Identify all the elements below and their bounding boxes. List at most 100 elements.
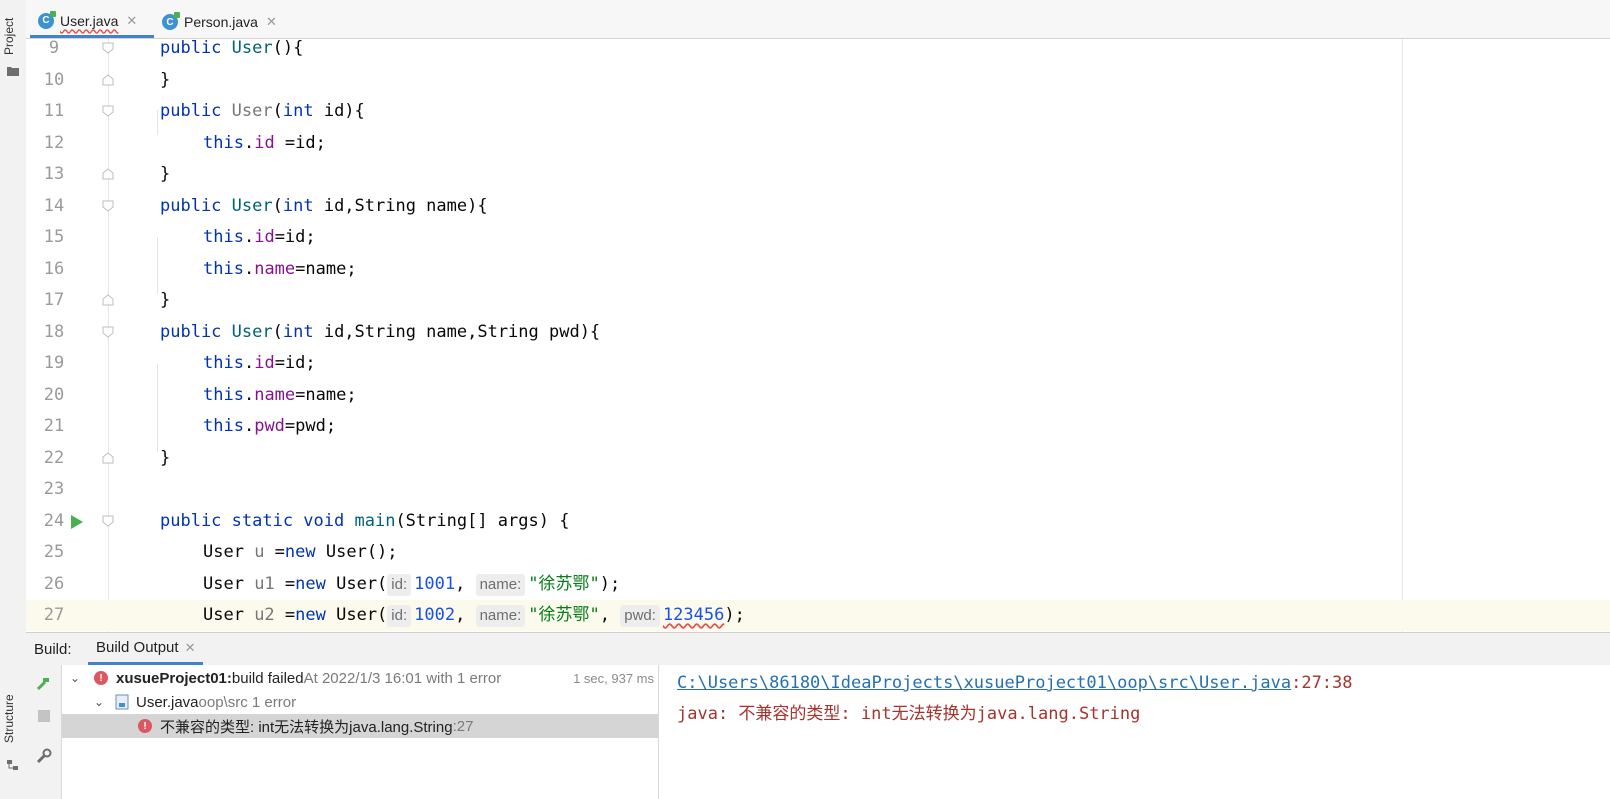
chevron-down-icon[interactable]: ⌄ <box>92 695 106 709</box>
code-line: 18 public User(int id,String name,String… <box>26 317 1610 348</box>
line-number: 13 <box>43 164 65 184</box>
error-token: 123456 <box>662 605 725 625</box>
tree-row-error[interactable]: ! 不兼容的类型: int无法转换为java.lang.String :27 <box>62 714 658 738</box>
parameter-hint: id: <box>387 605 412 627</box>
code-text: this.pwd=pwd; <box>203 416 337 436</box>
code-line: 21 this.pwd=pwd; <box>26 411 1610 442</box>
code-line: 23 <box>26 474 1610 505</box>
folder-icon <box>7 67 19 76</box>
code-editor[interactable]: 9 public User(){ 10 } 11 public User(int… <box>26 39 1610 632</box>
code-text: this.id=id; <box>203 227 316 247</box>
parameter-hint: name: <box>475 573 526 596</box>
line-number: 11 <box>43 101 65 121</box>
build-label: Build: <box>34 641 72 658</box>
close-icon[interactable]: ✕ <box>185 640 196 656</box>
fold-end-icon[interactable] <box>102 451 114 464</box>
line-number: 22 <box>43 447 65 468</box>
code-text: User u2 =new User(id: 1002, name: "徐苏鄂", p… <box>203 605 745 627</box>
fold-marker-icon[interactable] <box>102 515 114 527</box>
parameter-hint: id: <box>387 573 412 596</box>
build-console[interactable]: C:\Users\86180\IdeaProjects\xusueProject… <box>659 665 1610 799</box>
code-text: } <box>160 290 171 310</box>
close-icon[interactable]: ✕ <box>266 14 277 30</box>
stop-icon <box>38 710 50 722</box>
line-number: 9 <box>48 39 60 58</box>
file-path-link[interactable]: C:\Users\86180\IdeaProjects\xusueProject… <box>677 673 1291 693</box>
code-line: 24 public static void main(String[] args… <box>26 506 1610 537</box>
java-file-icon <box>115 694 129 710</box>
code-line: 9 public User(){ <box>26 39 1610 64</box>
code-line: 14 public User(int id,String name){ <box>26 191 1610 222</box>
build-tool-header: Build: Build Output ✕ <box>26 632 1610 666</box>
tree-row-file[interactable]: ⌄ User.java oop\src 1 error <box>62 690 658 714</box>
fold-marker-icon[interactable] <box>102 42 114 54</box>
code-text: public User(int id){ <box>160 101 365 121</box>
line-number: 26 <box>43 573 65 594</box>
code-line: 11 public User(int id){ <box>26 96 1610 127</box>
settings-button[interactable] <box>35 747 53 765</box>
code-line: 10 } <box>26 65 1610 96</box>
fold-marker-icon[interactable] <box>102 326 114 338</box>
code-line: 20 this.name=name; <box>26 380 1610 411</box>
code-line: 19 this.id=id; <box>26 348 1610 379</box>
code-line: 12 this.id =id; <box>26 128 1610 159</box>
fold-marker-icon[interactable] <box>102 200 114 212</box>
class-icon: C <box>38 10 56 29</box>
project-tool-button[interactable]: Project <box>2 10 24 62</box>
code-text: } <box>160 164 171 184</box>
code-line: 13 } <box>26 159 1610 190</box>
fold-end-icon[interactable] <box>102 73 114 86</box>
code-line: 25 User u =new User(); <box>26 537 1610 568</box>
code-text: User u1 =new User(id: 1001, name: "徐苏鄂"); <box>203 573 621 596</box>
fold-marker-icon[interactable] <box>102 105 114 117</box>
code-line-current: 27 User u2 =new User(id: 1002, name: "徐苏鄂"… <box>26 600 1610 631</box>
fold-end-icon[interactable] <box>102 168 114 180</box>
line-number: 19 <box>43 353 65 373</box>
editor-tab-bar: C User.java ✕ C Person.java ✕ <box>26 6 1610 39</box>
code-line: 15 this.id=id; <box>26 222 1610 253</box>
build-hammer-button[interactable] <box>35 675 53 693</box>
tab-label: User.java <box>60 12 119 29</box>
class-icon: C <box>162 12 180 30</box>
line-number: 18 <box>43 321 65 342</box>
code-text: this.name=name; <box>203 384 357 405</box>
build-duration: 1 sec, 937 ms <box>573 670 654 686</box>
console-location-line: C:\Users\86180\IdeaProjects\xusueProject… <box>677 673 1353 693</box>
console-error-message: java: 不兼容的类型: int无法转换为java.lang.String <box>677 704 1141 724</box>
left-tool-strip: Project Structure <box>0 0 27 799</box>
structure-tool-button[interactable]: Structure <box>2 684 24 754</box>
tree-row-project[interactable]: ⌄ ! xusueProject01: build failed At 2022… <box>62 666 658 690</box>
line-number: 17 <box>43 290 65 310</box>
code-text: User u =new User(); <box>203 542 398 562</box>
fold-end-icon[interactable] <box>102 294 114 306</box>
code-text: } <box>160 447 171 468</box>
code-text: } <box>160 69 171 90</box>
line-number: 21 <box>43 416 65 436</box>
code-text: public User(int id,String name,String pw… <box>160 321 601 342</box>
code-text: public User(int id,String name){ <box>160 195 488 216</box>
code-text: this.id=id; <box>203 353 316 373</box>
stop-button[interactable] <box>35 707 53 725</box>
code-line: 22 } <box>26 443 1610 474</box>
close-icon[interactable]: ✕ <box>126 13 137 29</box>
code-text: this.name=name; <box>203 258 357 279</box>
line-number: 10 <box>43 69 65 90</box>
line-number: 23 <box>43 479 65 499</box>
tab-build-output[interactable]: Build Output ✕ <box>88 633 204 665</box>
line-number: 16 <box>43 258 65 279</box>
line-number: 12 <box>43 132 65 153</box>
error-icon: ! <box>94 671 108 685</box>
code-text: this.id =id; <box>203 132 326 153</box>
error-icon: ! <box>138 719 152 733</box>
code-line: 26 User u1 =new User(id: 1001, name: "徐苏鄂"… <box>26 569 1610 600</box>
tab-person-java[interactable]: C Person.java ✕ <box>154 6 286 38</box>
parameter-hint: name: <box>475 605 526 627</box>
wrench-icon <box>36 748 52 764</box>
chevron-down-icon[interactable]: ⌄ <box>68 671 82 685</box>
line-number: 15 <box>43 227 65 247</box>
code-line: 17 } <box>26 285 1610 316</box>
code-text: public static void main(String[] args) { <box>160 510 570 531</box>
build-toolbar <box>26 665 62 799</box>
run-icon[interactable] <box>70 514 84 530</box>
tab-user-java[interactable]: C User.java ✕ <box>30 6 154 38</box>
